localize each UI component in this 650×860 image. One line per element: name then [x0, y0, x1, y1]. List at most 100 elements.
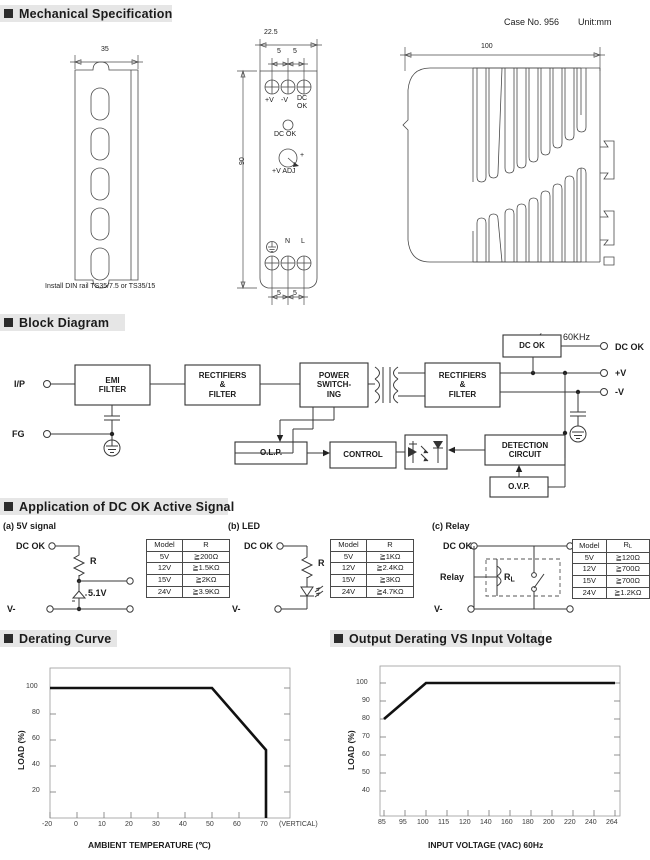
output-derating-xtick: 264 [606, 819, 618, 826]
output-derating-xtick: 240 [585, 819, 597, 826]
table-row: 5V ≧200Ω [146, 550, 230, 564]
table-cell: 12V [330, 562, 367, 575]
case-number: Case No. 956 [504, 17, 560, 27]
dim-pitch-top-left: 5 [277, 48, 281, 55]
dim-side-width: 100 [481, 43, 493, 50]
output-derating-xtick: 180 [522, 819, 534, 826]
table-row: 24V ≧1.2KΩ [572, 586, 650, 600]
derating-xtick: 20 [125, 821, 133, 828]
unit-label: Unit:mm [578, 17, 612, 27]
output-derating-ylabel: LOAD (%) [346, 730, 356, 770]
derating-xtick: 70 [260, 821, 268, 828]
output-label-dcok: DC OK [615, 342, 644, 352]
derating-xlabel: AMBIENT TEMPERATURE (℃) [88, 840, 211, 850]
table-cell: ≧3KΩ [366, 573, 414, 587]
terminal-label-dcok-1: DC [297, 95, 308, 102]
table-cell: 15V [572, 575, 607, 588]
derating-ytick: 20 [32, 787, 40, 794]
output-derating-xtick: 100 [417, 819, 429, 826]
section-header-dcok-application: Application of DC OK Active Signal [0, 498, 234, 515]
dim-front-height: 90 [239, 157, 246, 165]
output-derating-xtick: 85 [378, 819, 386, 826]
table-row: 24V ≧4.7KΩ [330, 585, 414, 599]
din-rail-drawing [70, 55, 143, 289]
dim-pitch-bottom-left: 5 [277, 290, 281, 297]
derating-xtick: 50 [206, 821, 214, 828]
table-row: 24V ≧3.9KΩ [146, 585, 230, 599]
derating-xtick: 40 [179, 821, 187, 828]
front-view-drawing [237, 39, 322, 305]
table-header-row: Model RL [572, 539, 650, 553]
output-derating-xtick: 120 [459, 819, 471, 826]
table-header-cell: Model [330, 539, 367, 552]
terminal-label-dcok-2: OK [297, 103, 308, 110]
side-view-drawing [400, 47, 615, 266]
output-derating-xtick: 160 [501, 819, 513, 826]
dcok-caption-c: (c) Relay [432, 521, 470, 531]
table-row: 15V ≧700Ω [572, 575, 650, 588]
block-input-fg: FG [12, 429, 25, 439]
led-label-dcok: DC OK [274, 131, 297, 138]
table-cell: ≧2.4KΩ [366, 562, 414, 575]
table-cell: ≧120Ω [605, 551, 650, 565]
terminal-label-vminus: -V [281, 97, 288, 104]
table-cell: 5V [146, 550, 183, 564]
output-derating-ytick: 100 [356, 679, 368, 686]
derating-curve-chart [49, 667, 291, 819]
dcok-node-top-b: DC OK [244, 541, 273, 551]
table-cell: ≧3.9KΩ [182, 585, 230, 599]
dim-pitch-top-right: 5 [293, 48, 297, 55]
table-cell: 12V [146, 562, 183, 575]
output-label-vminus: -V [615, 387, 624, 397]
block-input-ip: I/P [14, 379, 26, 389]
section-title: Block Diagram [19, 315, 110, 330]
terminal-label-l: L [301, 238, 305, 245]
dcok-table-c: Model RL 5V ≧120Ω 12V ≧700Ω 15V ≧700Ω 24… [572, 539, 650, 600]
section-header-output-derating: Output Derating VS Input Voltage [330, 630, 552, 647]
table-header-sub: L [628, 544, 633, 551]
table-cell: ≧200Ω [182, 550, 230, 564]
section-bullet-icon [4, 634, 13, 643]
table-cell: ≧1.2KΩ [605, 586, 650, 600]
derating-ytick: 80 [32, 709, 40, 716]
output-derating-xtick: 115 [438, 819, 450, 826]
table-cell: 5V [572, 551, 607, 565]
block-diagram-drawing [43, 334, 608, 498]
derating-vertical-annotation: (VERTICAL) [279, 821, 318, 828]
output-derating-ytick: 50 [362, 769, 370, 776]
dcok-resistor-label-b: R [318, 558, 325, 568]
output-derating-xlabel: INPUT VOLTAGE (VAC) 60Hz [428, 840, 544, 850]
output-derating-ytick: 70 [362, 733, 370, 740]
output-derating-xtick: 140 [480, 819, 492, 826]
output-derating-ytick: 80 [362, 715, 370, 722]
derating-ytick: 40 [32, 761, 40, 768]
table-header-cell: R [182, 539, 230, 552]
dim-pitch-bottom-right: 5 [293, 290, 297, 297]
derating-ylabel: LOAD (%) [16, 730, 26, 770]
pot-label-vadj: +V ADJ [272, 168, 296, 175]
table-row: 12V ≧700Ω [572, 563, 650, 576]
derating-ytick: 60 [32, 735, 40, 742]
output-derating-xtick: 220 [564, 819, 576, 826]
output-derating-ytick: 40 [362, 787, 370, 794]
table-cell: 5V [330, 550, 367, 564]
dcok-node-bottom-c: V- [434, 604, 443, 614]
output-label-vplus: +V [615, 368, 627, 378]
dcok-caption-b: (b) LED [228, 521, 260, 531]
relay-label: Relay [440, 572, 465, 582]
dcok-node-bottom-b: V- [232, 604, 241, 614]
derating-xtick: 0 [74, 821, 78, 828]
dcok-table-b: Model R 5V ≧1KΩ 12V ≧2.4KΩ 15V ≧3KΩ 24V … [330, 539, 414, 599]
terminal-label-vplus: +V [265, 97, 274, 104]
dcok-node-top-c: DC OK [443, 541, 472, 551]
relay-coil-label: RL [504, 572, 515, 583]
dcok-zener-label-a: 5.1V [88, 588, 107, 598]
relay-coil-label-sub: L [510, 576, 515, 584]
table-cell: ≧4.7KΩ [366, 585, 414, 599]
table-row: 15V ≧2KΩ [146, 573, 230, 587]
section-bullet-icon [4, 502, 13, 511]
output-derating-ytick: 60 [362, 751, 370, 758]
table-header-cell: RL [605, 539, 650, 553]
dcok-resistor-label-a: R [90, 556, 97, 566]
section-title: Derating Curve [19, 631, 112, 646]
